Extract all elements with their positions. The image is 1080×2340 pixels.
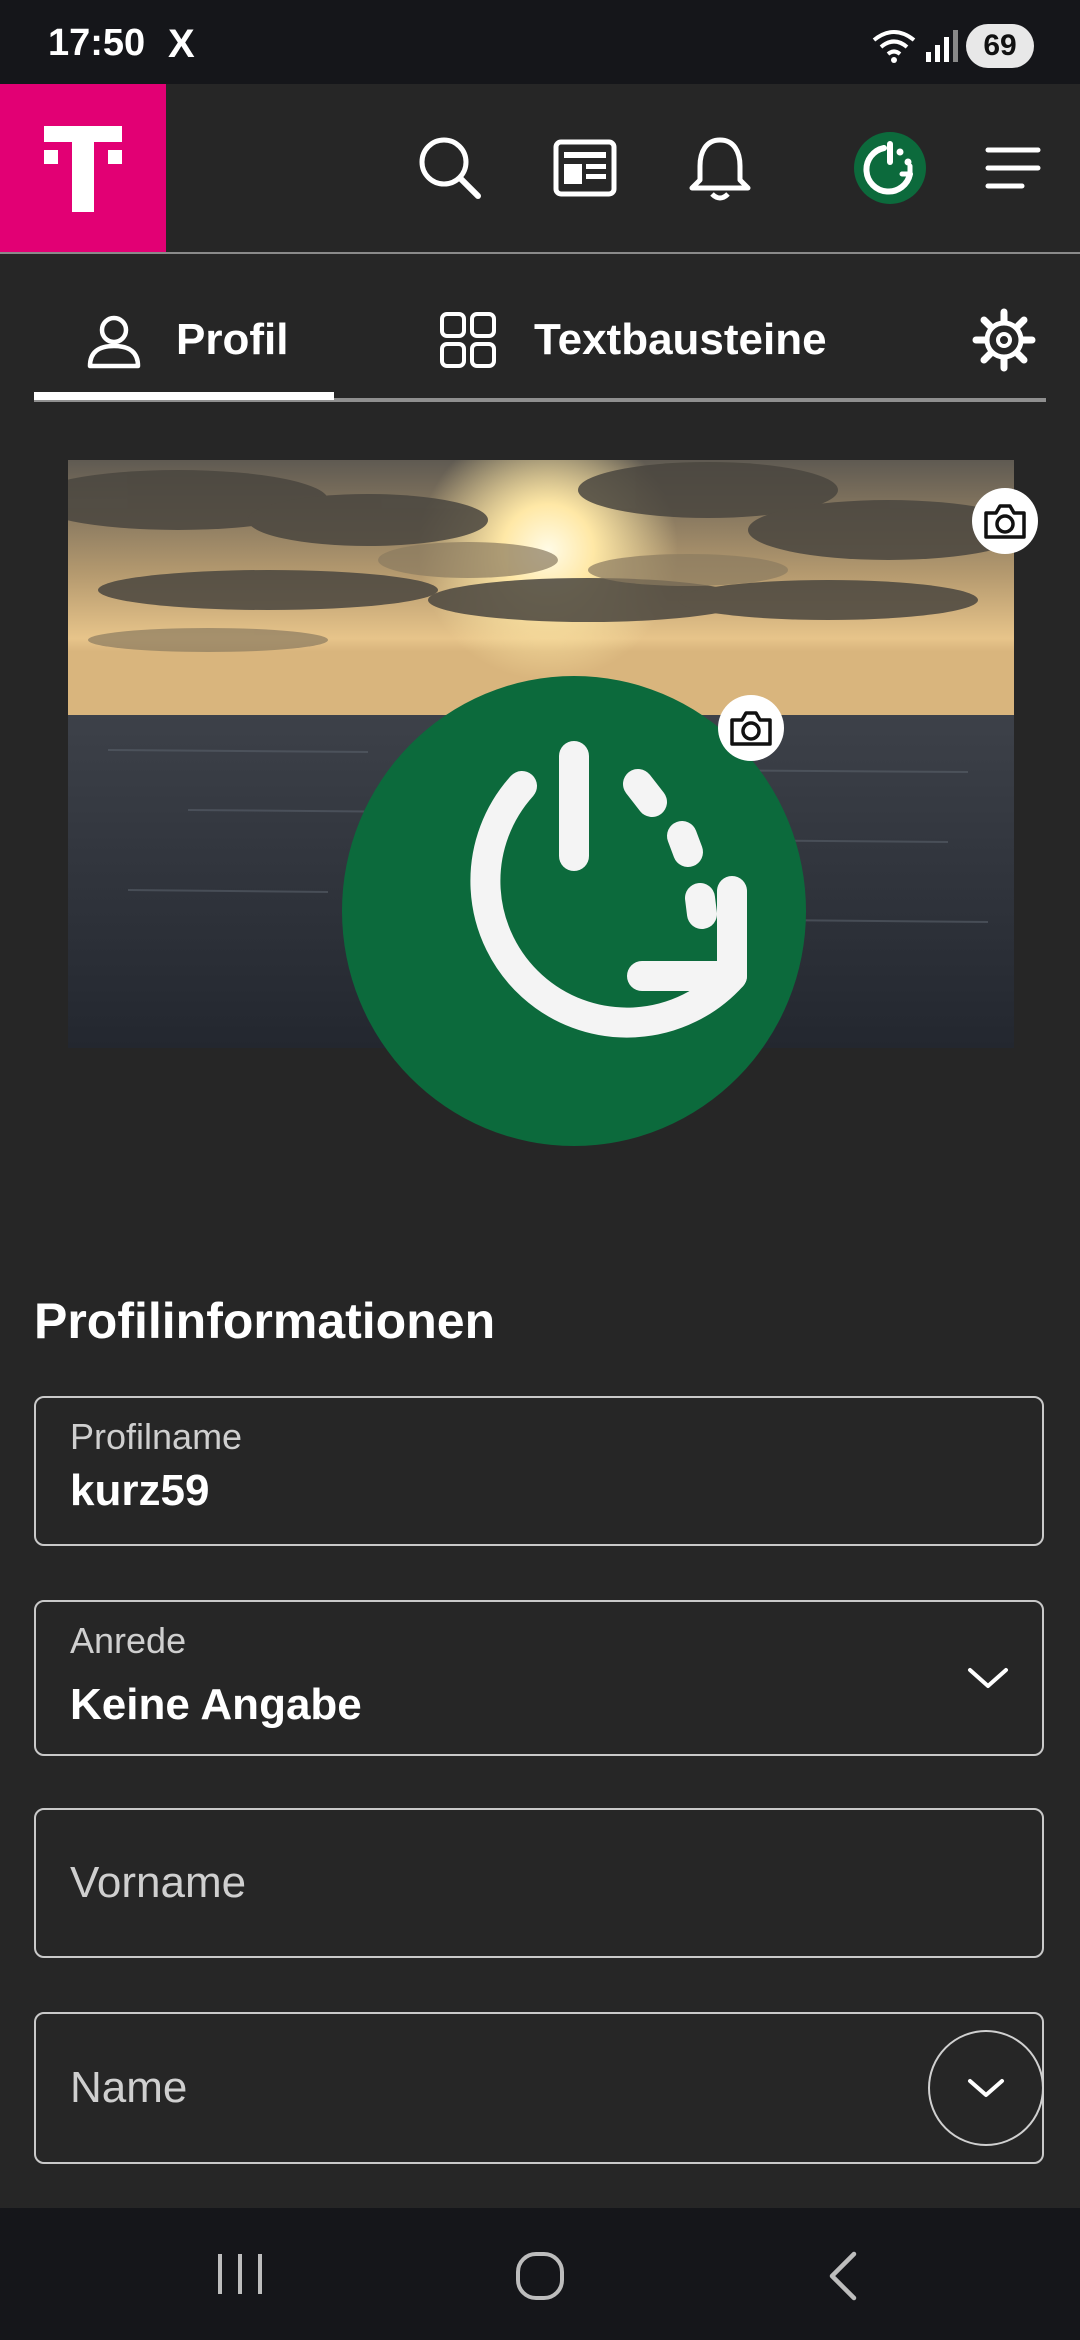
camera-icon [984, 504, 1026, 539]
anrede-select[interactable]: Anrede Keine Angabe [34, 1600, 1044, 1756]
tab-settings[interactable] [972, 300, 1036, 380]
profilname-label: Profilname [70, 1416, 243, 1457]
scroll-down-button[interactable] [928, 2030, 1044, 2146]
profile-avatar-icon[interactable] [850, 128, 930, 208]
search-icon[interactable] [410, 128, 490, 208]
wifi-icon [872, 30, 916, 63]
home-icon[interactable] [512, 2248, 568, 2304]
vorname-placeholder: Vorname [70, 1858, 247, 1907]
tab-active-indicator [34, 392, 334, 400]
gear-icon [972, 308, 1036, 372]
tab-profil-label: Profil [176, 315, 289, 364]
chevron-down-icon [968, 1668, 1008, 1688]
name-placeholder: Name [70, 2063, 188, 2112]
battery-indicator: 69 [966, 24, 1034, 68]
recent-apps-icon[interactable] [210, 2248, 270, 2300]
bell-icon[interactable] [680, 128, 760, 208]
grid-icon [440, 312, 496, 368]
cover-camera-button[interactable] [972, 488, 1038, 554]
signal-icon [926, 30, 958, 62]
anrede-value: Keine Angabe [70, 1680, 362, 1729]
tab-textbausteine[interactable]: Textbausteine [438, 300, 827, 380]
avatar-camera-button[interactable] [718, 695, 784, 761]
person-icon [87, 315, 141, 369]
x-app-icon: X [168, 22, 195, 66]
news-icon[interactable] [544, 128, 624, 208]
profilname-value: kurz59 [70, 1466, 210, 1515]
status-bar [0, 0, 1080, 84]
anrede-label: Anrede [70, 1620, 187, 1661]
telekom-logo[interactable] [0, 84, 166, 252]
back-icon[interactable] [820, 2248, 870, 2304]
name-field[interactable]: Name [34, 2012, 1044, 2164]
tab-profil[interactable]: Profil [84, 300, 288, 380]
chevron-down-icon [968, 2079, 1004, 2097]
camera-icon [730, 711, 772, 746]
status-time: 17:50 [48, 22, 146, 64]
telekom-t-icon [44, 126, 122, 212]
tab-textbausteine-label: Textbausteine [534, 315, 827, 364]
menu-icon[interactable] [976, 128, 1056, 208]
section-title: Profilinformationen [34, 1293, 496, 1349]
profilname-field[interactable]: Profilname kurz59 [34, 1396, 1044, 1546]
vorname-field[interactable]: Vorname [34, 1808, 1044, 1958]
